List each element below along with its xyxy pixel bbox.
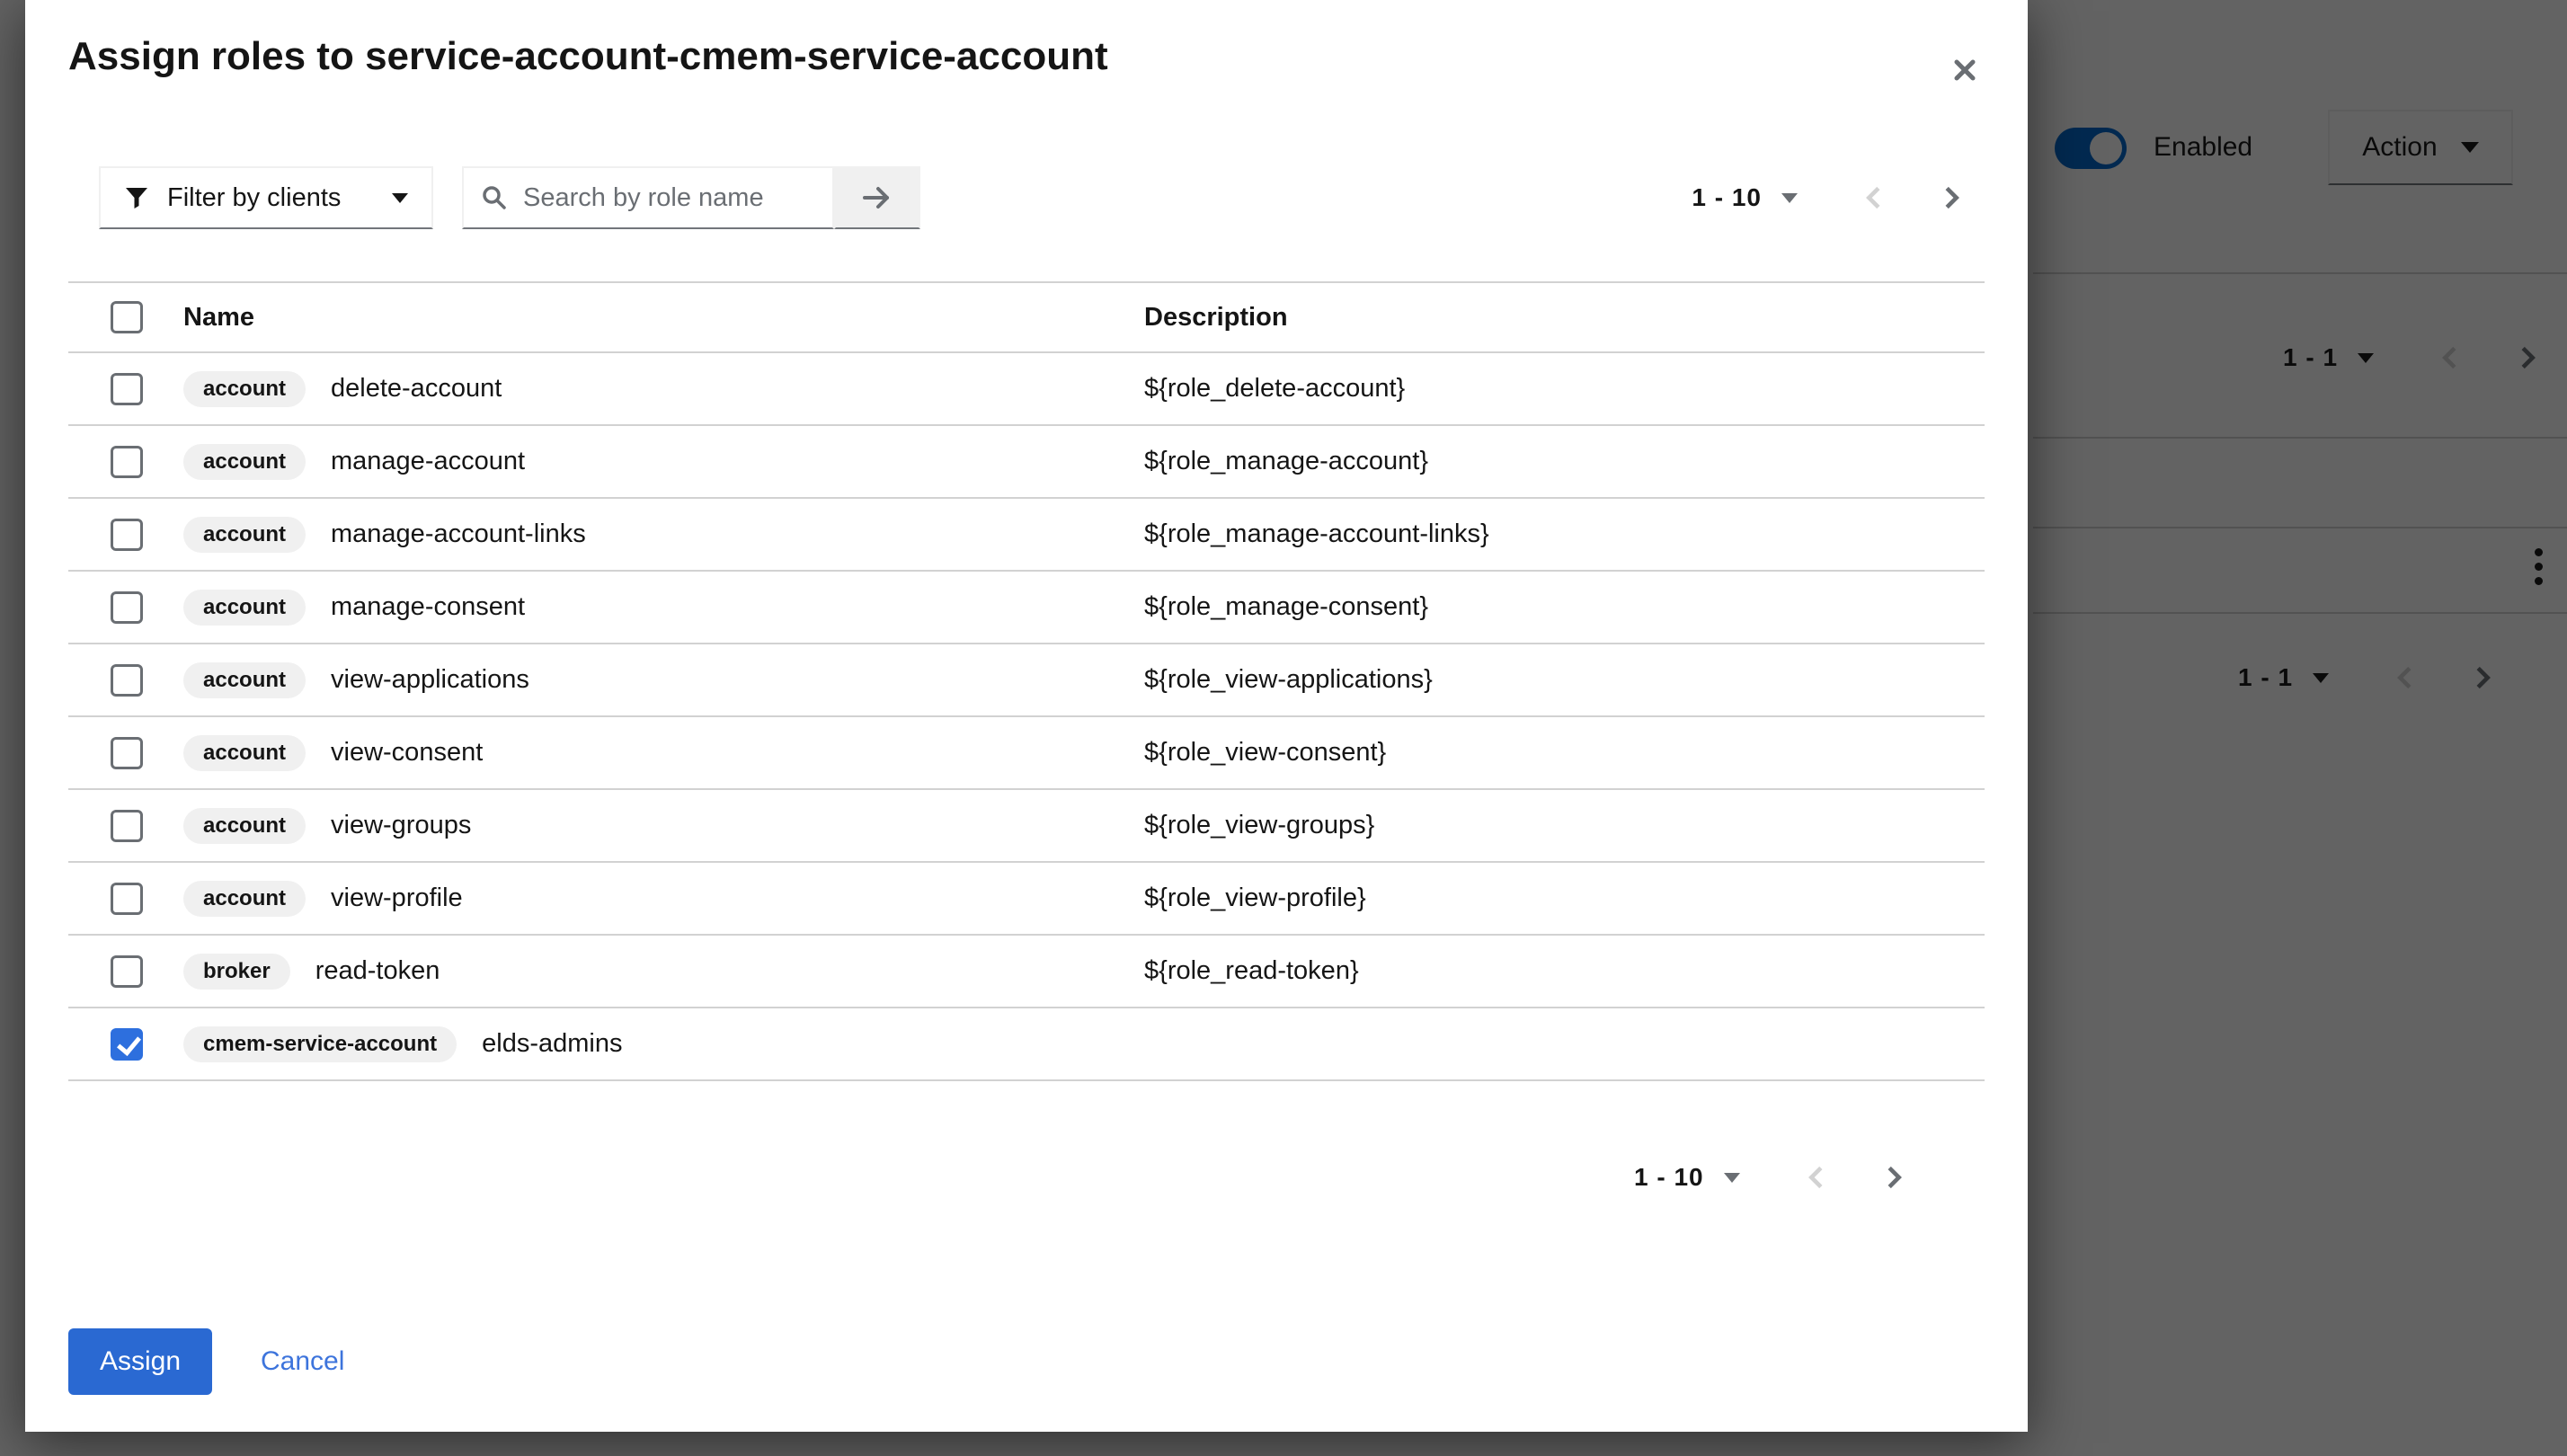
role-description: ${role_view-profile}: [1144, 883, 1366, 913]
table-row: account view-profile ${role_view-profile…: [68, 863, 1985, 936]
filter-by-clients-dropdown[interactable]: Filter by clients: [99, 166, 433, 229]
row-checkbox[interactable]: [111, 446, 143, 478]
row-checkbox[interactable]: [111, 737, 143, 769]
table-row: account view-groups ${role_view-groups}: [68, 790, 1985, 863]
role-description: ${role_view-groups}: [1144, 811, 1374, 840]
table-row: account manage-account-links ${role_mana…: [68, 499, 1985, 572]
caret-down-icon[interactable]: [1724, 1173, 1740, 1183]
role-description: ${role_read-token}: [1144, 956, 1359, 986]
table-row: account view-applications ${role_view-ap…: [68, 644, 1985, 717]
client-badge: account: [183, 371, 306, 407]
client-badge: account: [183, 881, 306, 917]
role-name: elds-admins: [482, 1029, 622, 1059]
table-body: account delete-account ${role_delete-acc…: [68, 353, 1985, 1081]
column-header-description: Description: [1144, 303, 1288, 333]
row-checkbox[interactable]: [111, 1028, 143, 1061]
role-name: view-groups: [331, 811, 471, 840]
row-checkbox[interactable]: [111, 519, 143, 551]
arrow-right-icon: [862, 184, 893, 211]
table-row: broker read-token ${role_read-token}: [68, 936, 1985, 1008]
filter-icon: [124, 185, 149, 210]
row-checkbox[interactable]: [111, 664, 143, 697]
role-name: view-profile: [331, 883, 463, 913]
pagination-range[interactable]: 1 - 10: [1692, 183, 1762, 212]
close-icon: [1953, 58, 1976, 82]
role-name: manage-account: [331, 447, 525, 476]
role-description: ${role_view-applications}: [1144, 665, 1433, 695]
client-badge: account: [183, 517, 306, 553]
assign-button[interactable]: Assign: [68, 1328, 212, 1395]
caret-down-icon: [392, 193, 408, 203]
modal-footer: Assign Cancel: [68, 1328, 344, 1395]
search-input-wrapper: [462, 166, 834, 229]
search-icon: [482, 185, 507, 210]
roles-table: Name Description account delete-account …: [68, 281, 1985, 1081]
role-name: manage-account-links: [331, 519, 586, 549]
role-name: view-applications: [331, 665, 529, 695]
roles-toolbar: Filter by clients 1 - 10: [68, 166, 1985, 229]
client-badge: account: [183, 444, 306, 480]
role-description: ${role_manage-account}: [1144, 447, 1428, 476]
role-name: view-consent: [331, 738, 483, 768]
pagination-bottom: 1 - 10: [1634, 1156, 1905, 1199]
client-badge: account: [183, 590, 306, 626]
search-input[interactable]: [523, 183, 814, 213]
pagination-range[interactable]: 1 - 10: [1634, 1163, 1704, 1192]
role-name: delete-account: [331, 374, 502, 404]
role-description: ${role_manage-account-links}: [1144, 519, 1489, 549]
row-checkbox[interactable]: [111, 810, 143, 842]
client-badge: cmem-service-account: [183, 1026, 457, 1062]
table-header-row: Name Description: [68, 281, 1985, 353]
cancel-button[interactable]: Cancel: [261, 1346, 344, 1377]
row-checkbox[interactable]: [111, 591, 143, 624]
chevron-left-icon[interactable]: [1862, 185, 1884, 210]
search-submit-button[interactable]: [834, 166, 920, 229]
table-row: account manage-consent ${role_manage-con…: [68, 572, 1985, 644]
chevron-right-icon[interactable]: [1941, 185, 1963, 210]
table-row: account manage-account ${role_manage-acc…: [68, 426, 1985, 499]
column-header-name: Name: [183, 303, 254, 333]
table-row: cmem-service-account elds-admins: [68, 1008, 1985, 1081]
row-checkbox[interactable]: [111, 373, 143, 405]
chevron-left-icon[interactable]: [1805, 1165, 1826, 1190]
client-badge: account: [183, 808, 306, 844]
chevron-right-icon[interactable]: [1884, 1165, 1905, 1190]
client-badge: account: [183, 662, 306, 698]
row-checkbox[interactable]: [111, 955, 143, 988]
filter-label: Filter by clients: [167, 183, 341, 213]
table-row: account view-consent ${role_view-consent…: [68, 717, 1985, 790]
role-name: read-token: [315, 956, 440, 986]
assign-roles-modal: Assign roles to service-account-cmem-ser…: [25, 0, 2028, 1432]
role-description: ${role_view-consent}: [1144, 738, 1386, 768]
role-search-group: [462, 166, 920, 229]
role-description: ${role_delete-account}: [1144, 374, 1405, 404]
client-badge: broker: [183, 954, 290, 990]
row-checkbox[interactable]: [111, 883, 143, 915]
role-description: ${role_manage-consent}: [1144, 592, 1428, 622]
table-row: account delete-account ${role_delete-acc…: [68, 353, 1985, 426]
caret-down-icon[interactable]: [1781, 193, 1798, 203]
close-button[interactable]: [1945, 50, 1985, 90]
modal-title: Assign roles to service-account-cmem-ser…: [68, 34, 1108, 79]
select-all-checkbox[interactable]: [111, 301, 143, 333]
pagination-top: 1 - 10: [1692, 176, 1963, 219]
role-name: manage-consent: [331, 592, 525, 622]
client-badge: account: [183, 735, 306, 771]
